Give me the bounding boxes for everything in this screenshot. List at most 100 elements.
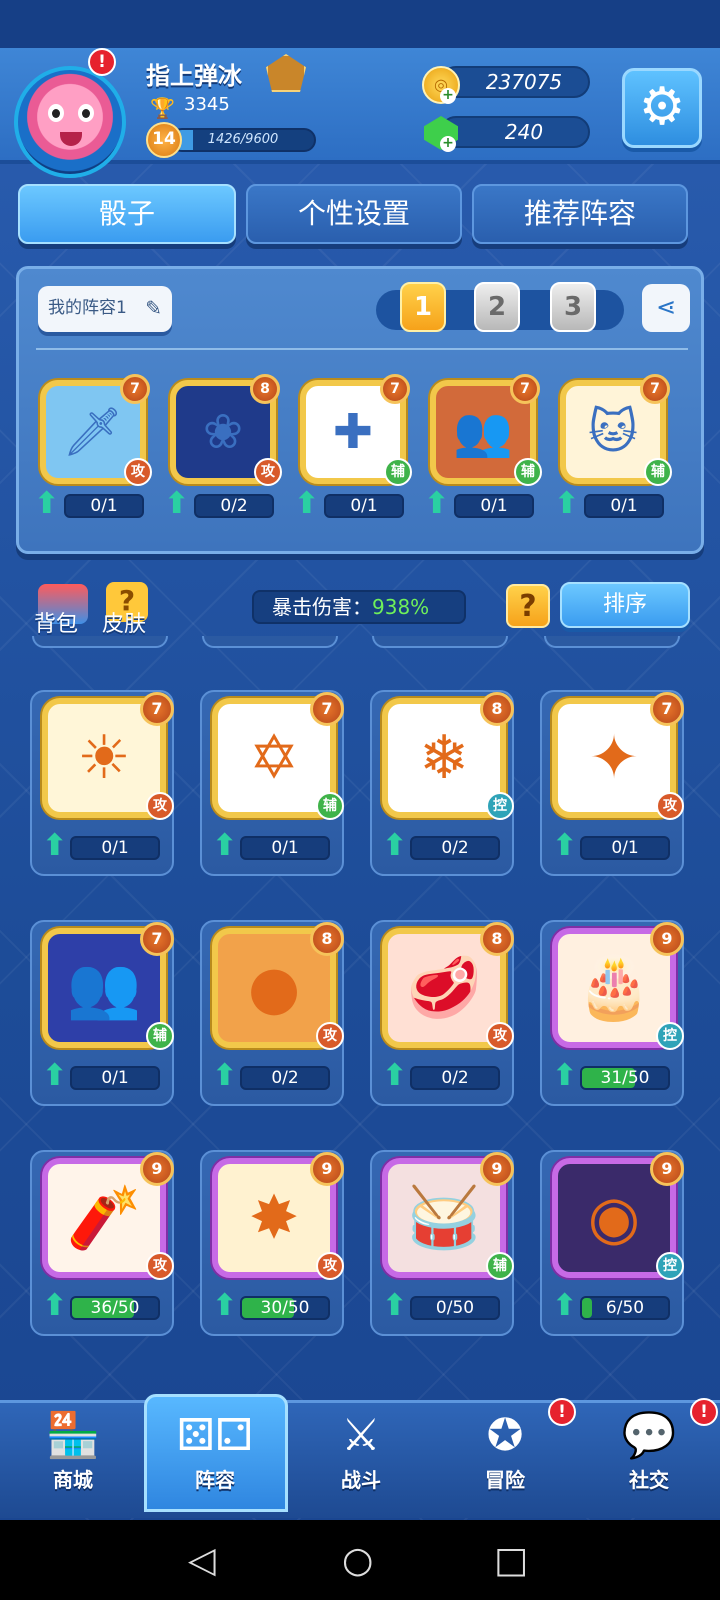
- settings-button[interactable]: ⚙: [622, 68, 702, 148]
- collection-die-card[interactable]: 🥩 8 攻 ⬆ 0/2: [370, 920, 514, 1106]
- crossed-swords-icon: ⚔: [341, 1410, 381, 1461]
- player-name: 指上弹冰: [146, 62, 242, 90]
- die-type-tag: 攻: [124, 458, 152, 486]
- upgrade-progress-bar: 30/50: [240, 1296, 330, 1320]
- collection-die-card[interactable]: 🧨 9 攻 ⬆ 36/50: [30, 1150, 174, 1336]
- share-button[interactable]: ⋖: [642, 284, 690, 332]
- nav-label: 战斗: [341, 1468, 381, 1492]
- upgrade-arrow-icon: ⬆: [552, 1058, 578, 1093]
- lineup-die-card[interactable]: 🗡 7 攻 ⬆ 0/1: [34, 374, 152, 524]
- backpack-label[interactable]: 背包: [34, 606, 78, 638]
- die-level-badge: 8: [310, 922, 344, 956]
- avatar-mouth: [60, 132, 82, 146]
- collection-die-card[interactable]: 🥁 9 辅 ⬆ 0/50: [370, 1150, 514, 1336]
- upgrade-arrow-icon: ⬆: [42, 828, 68, 863]
- player-avatar[interactable]: [14, 66, 126, 178]
- die-type-tag: 控: [656, 1022, 684, 1050]
- nav-label: 商城: [53, 1468, 93, 1492]
- collection-die-card[interactable]: ✡ 7 辅 ⬆ 0/1: [200, 690, 344, 876]
- nav-lineup[interactable]: ⚄⚁ 阵容: [150, 1408, 280, 1512]
- collection-die-card[interactable]: ✦ 7 攻 ⬆ 0/1: [540, 690, 684, 876]
- die-type-tag: 攻: [316, 1252, 344, 1280]
- upgrade-arrow-icon: ⬆: [552, 828, 578, 863]
- nav-label: 冒险: [485, 1468, 525, 1492]
- collection-die-card[interactable]: ◉ 9 控 ⬆ 6/50: [540, 1150, 684, 1336]
- upgrade-progress-text: 0/1: [480, 496, 508, 516]
- upgrade-progress-bar: 36/50: [70, 1296, 160, 1320]
- upgrade-progress-text: 0/2: [441, 1068, 469, 1088]
- die-type-tag: 攻: [656, 792, 684, 820]
- upgrade-arrow-icon: ⬆: [424, 486, 450, 521]
- lineup-die-card[interactable]: ✚ 7 辅 ⬆ 0/1: [294, 374, 412, 524]
- silhouette-icon: 👥: [66, 953, 142, 1023]
- collection-die-card[interactable]: 🎂 9 控 ⬆ 31/50: [540, 920, 684, 1106]
- die-level-badge: 8: [480, 692, 514, 726]
- lineup-die-card[interactable]: 🐱 7 辅 ⬆ 0/1: [554, 374, 672, 524]
- upgrade-progress-text: 36/50: [90, 1298, 140, 1318]
- add-gem-icon[interactable]: +: [440, 136, 456, 152]
- die-type-tag: 控: [486, 792, 514, 820]
- trophy-icon: 🏆: [150, 96, 175, 120]
- grenade-icon: ●: [247, 953, 301, 1023]
- gold-bar[interactable]: 237075: [440, 66, 590, 98]
- scrolled-card-edge: [544, 636, 680, 648]
- lineup-name-button[interactable]: 我的阵容1 ✎: [38, 286, 172, 332]
- upgrade-progress-text: 0/1: [271, 838, 299, 858]
- collection-die-card[interactable]: ❄ 8 控 ⬆ 0/2: [370, 690, 514, 876]
- help-button[interactable]: ?: [506, 584, 550, 628]
- die-type-tag: 攻: [486, 1022, 514, 1050]
- upgrade-progress-text: 0/2: [271, 1068, 299, 1088]
- lineup-slot-3[interactable]: 3: [550, 282, 596, 332]
- upgrade-progress-text: 0/1: [350, 496, 378, 516]
- die-level-badge: 7: [310, 692, 344, 726]
- lineup-die-card[interactable]: 👥 7 辅 ⬆ 0/1: [424, 374, 542, 524]
- upgrade-arrow-icon: ⬆: [34, 486, 60, 521]
- collection-die-card[interactable]: ☀ 7 攻 ⬆ 0/1: [30, 690, 174, 876]
- upgrade-progress-bar: 6/50: [580, 1296, 670, 1320]
- die-level-badge: 8: [480, 922, 514, 956]
- xp-bar: 1426/9600: [170, 128, 316, 152]
- lineup-slot-1[interactable]: 1: [400, 282, 446, 332]
- gem-bar[interactable]: 240: [440, 116, 590, 148]
- nav-label: 阵容: [195, 1468, 235, 1492]
- collection-die-card[interactable]: 👥 7 辅 ⬆ 0/1: [30, 920, 174, 1106]
- die-type-tag: 辅: [514, 458, 542, 486]
- meat-icon: 🥩: [406, 953, 482, 1023]
- upgrade-arrow-icon: ⬆: [382, 1058, 408, 1093]
- upgrade-arrow-icon: ⬆: [382, 1288, 408, 1323]
- dice-icon: ⚄⚁: [176, 1410, 254, 1461]
- die-level-badge: 7: [640, 374, 670, 404]
- nav-adventure[interactable]: ✪ 冒险: [440, 1408, 570, 1512]
- lineup-name: 我的阵容1: [48, 298, 127, 318]
- gem-amount: 240: [504, 120, 544, 144]
- recents-icon[interactable]: □: [494, 1540, 528, 1581]
- home-icon[interactable]: ○: [342, 1540, 373, 1581]
- upgrade-progress-bar: 0/2: [410, 1066, 500, 1090]
- add-gold-icon[interactable]: +: [440, 88, 456, 104]
- snowflake-icon: ❄: [418, 723, 470, 793]
- nav-shop[interactable]: 🏪 商城: [8, 1408, 138, 1512]
- gold-amount: 237075: [485, 70, 563, 94]
- upgrade-progress-text: 31/50: [600, 1068, 650, 1088]
- tab-dice[interactable]: 骰子: [18, 184, 236, 244]
- back-icon[interactable]: ◁: [188, 1540, 216, 1581]
- trophy-count: 3345: [184, 94, 230, 115]
- status-bar: [0, 0, 720, 48]
- lineup-die-card[interactable]: ❀ 8 攻 ⬆ 0/2: [164, 374, 282, 524]
- upgrade-progress-bar: 0/1: [454, 494, 534, 518]
- nav-social[interactable]: 💬 社交: [584, 1408, 714, 1512]
- nav-battle[interactable]: ⚔ 战斗: [296, 1408, 426, 1512]
- collection-die-card[interactable]: ✸ 9 攻 ⬆ 30/50: [200, 1150, 344, 1336]
- lineup-slot-2[interactable]: 2: [474, 282, 520, 332]
- die-level-badge: 7: [510, 374, 540, 404]
- tab-personalize[interactable]: 个性设置: [246, 184, 462, 244]
- die-level-badge: 8: [250, 374, 280, 404]
- sort-button[interactable]: 排序: [560, 582, 690, 628]
- upgrade-arrow-icon: ⬆: [42, 1058, 68, 1093]
- tab-recommended[interactable]: 推荐阵容: [472, 184, 688, 244]
- vortex-eye-icon: ◉: [587, 1183, 641, 1253]
- upgrade-progress-bar: 0/1: [64, 494, 144, 518]
- skin-label[interactable]: 皮肤: [102, 606, 146, 638]
- upgrade-progress-text: 0/2: [220, 496, 248, 516]
- collection-die-card[interactable]: ● 8 攻 ⬆ 0/2: [200, 920, 344, 1106]
